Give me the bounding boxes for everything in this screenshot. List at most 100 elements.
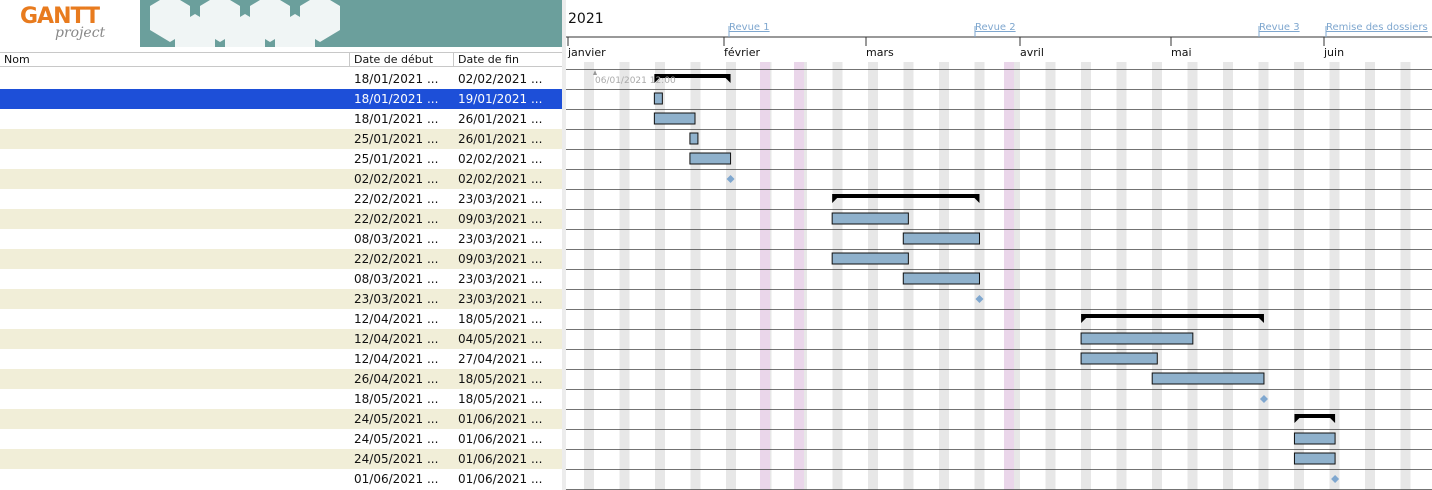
milestone-label[interactable]: Remise des dossiers [1326,22,1428,33]
summary-bar[interactable] [1294,414,1336,418]
task-start-date[interactable]: 26/04/2021 ... [354,369,454,389]
task-end-date[interactable]: 09/03/2021 ... [458,209,562,229]
task-row[interactable]: Déploiement des ouvrants26/04/2021 ...18… [0,369,562,389]
milestone-label[interactable]: Revue 1 [729,22,770,33]
task-row[interactable]: Configuration des postes de travail25/01… [0,129,562,149]
task-row[interactable]: Développement des interfaces temps réel2… [0,249,562,269]
weekend-stripe [1187,62,1198,490]
task-start-date[interactable]: 22/02/2021 ... [354,189,454,209]
task-row[interactable]: Recensement du matériel / logiciel néces… [0,109,562,129]
task-start-date[interactable]: 01/06/2021 ... [354,469,454,489]
task-list: ∨Démarrage du projet18/01/2021 ...02/02/… [0,69,562,489]
task-start-date[interactable]: 18/05/2021 ... [354,389,454,409]
task-start-date[interactable]: 12/04/2021 ... [354,329,454,349]
task-end-date[interactable]: 26/01/2021 ... [458,129,562,149]
task-start-date[interactable]: 25/01/2021 ... [354,149,454,169]
task-start-date[interactable]: 25/01/2021 ... [354,129,454,149]
task-row[interactable]: Configuration des équipements25/01/2021 … [0,149,562,169]
task-end-date[interactable]: 04/05/2021 ... [458,329,562,349]
task-row[interactable]: Fusion du site web12/04/2021 ...04/05/20… [0,329,562,349]
task-bar[interactable] [689,132,699,145]
task-tree-pane: GANTT project Nom Date de début Date de … [0,0,562,490]
task-row[interactable]: ∨Conception et réalisation22/02/2021 ...… [0,189,562,209]
task-start-date[interactable]: 12/04/2021 ... [354,309,454,329]
task-bar[interactable] [902,232,980,245]
task-end-date[interactable]: 23/03/2021 ... [458,229,562,249]
task-end-date[interactable]: 23/03/2021 ... [458,189,562,209]
task-end-date[interactable]: 02/02/2021 ... [458,149,562,169]
task-start-date[interactable]: 18/01/2021 ... [354,69,454,89]
month-label: avril [1020,46,1044,59]
gantt-chart [566,26,1432,490]
task-end-date[interactable]: 18/05/2021 ... [458,369,562,389]
task-bar[interactable] [653,92,663,105]
weekend-stripe [1365,62,1375,490]
month-label: juin [1324,46,1345,59]
task-row[interactable]: Remise des dossiers01/06/2021 ...01/06/2… [0,469,562,489]
task-start-date[interactable]: 24/05/2021 ... [354,449,454,469]
task-end-date[interactable]: 01/06/2021 ... [458,409,562,429]
task-row[interactable]: Revue 318/05/2021 ...18/05/2021 ... [0,389,562,409]
task-bar[interactable] [1293,452,1336,465]
task-bar[interactable] [831,252,909,265]
task-start-date[interactable]: 22/02/2021 ... [354,249,454,269]
task-end-date[interactable]: 02/02/2021 ... [458,169,562,189]
task-start-date[interactable]: 08/03/2021 ... [354,269,454,289]
task-bar[interactable] [689,152,732,165]
task-end-date[interactable]: 01/06/2021 ... [458,429,562,449]
weekend-stripe [1045,62,1056,490]
task-start-date[interactable]: 12/04/2021 ... [354,349,454,369]
task-bar[interactable] [653,112,696,125]
milestone-label[interactable]: Revue 2 [975,22,1016,33]
task-end-date[interactable]: 19/01/2021 ... [458,89,562,109]
task-row[interactable]: Revue 102/02/2021 ...02/02/2021 ... [0,169,562,189]
task-row[interactable]: Revue 223/03/2021 ...23/03/2021 ... [0,289,562,309]
task-row[interactable]: ∨Intégration12/04/2021 ...18/05/2021 ... [0,309,562,329]
task-row[interactable]: Assemblage de la documentation24/05/2021… [0,429,562,449]
task-bar[interactable] [1080,352,1158,365]
milestone-label[interactable]: Revue 3 [1259,22,1300,33]
task-bar[interactable] [831,212,909,225]
task-row[interactable]: Développement des interfaces pour histor… [0,269,562,289]
task-end-date[interactable]: 27/04/2021 ... [458,349,562,369]
task-bar[interactable] [1080,332,1194,345]
task-row[interactable]: Déploiement des applicatifs12/04/2021 ..… [0,349,562,369]
weekend-stripe [584,62,594,490]
month-label: janvier [568,46,606,59]
task-end-date[interactable]: 23/03/2021 ... [458,269,562,289]
task-row[interactable]: ∨Finalisation24/05/2021 ...01/06/2021 ..… [0,409,562,429]
task-end-date[interactable]: 09/03/2021 ... [458,249,562,269]
task-end-date[interactable]: 26/01/2021 ... [458,109,562,129]
task-start-date[interactable]: 08/03/2021 ... [354,229,454,249]
task-bar[interactable] [1293,432,1336,445]
task-end-date[interactable]: 01/06/2021 ... [458,469,562,489]
weekend-stripe [1152,62,1162,490]
task-start-date[interactable]: 18/01/2021 ... [354,89,454,109]
task-row[interactable]: ∨Démarrage du projet18/01/2021 ...02/02/… [0,69,562,89]
column-header-name[interactable]: Nom [0,53,350,67]
task-start-date[interactable]: 22/02/2021 ... [354,209,454,229]
task-end-date[interactable]: 01/06/2021 ... [458,449,562,469]
task-end-date[interactable]: 18/05/2021 ... [458,389,562,409]
task-end-date[interactable]: 02/02/2021 ... [458,69,562,89]
task-row[interactable]: Lecture et complément du cahier des char… [0,89,562,109]
task-row[interactable]: Tests de validation24/05/2021 ...01/06/2… [0,449,562,469]
task-row[interactable]: Développement du Front-end08/03/2021 ...… [0,229,562,249]
task-start-date[interactable]: 24/05/2021 ... [354,409,454,429]
task-bar[interactable] [1151,372,1265,385]
task-end-date[interactable]: 18/05/2021 ... [458,309,562,329]
task-start-date[interactable]: 23/03/2021 ... [354,289,454,309]
column-header-end[interactable]: Date de fin [454,53,562,67]
task-start-date[interactable]: 02/02/2021 ... [354,169,454,189]
task-row[interactable]: Développement du back-end22/02/2021 ...0… [0,209,562,229]
summary-bar[interactable] [1081,314,1264,318]
column-header-start[interactable]: Date de début [350,53,454,67]
task-end-date[interactable]: 23/03/2021 ... [458,289,562,309]
weekend-stripe [726,62,736,490]
task-start-date[interactable]: 24/05/2021 ... [354,429,454,449]
task-start-date[interactable]: 18/01/2021 ... [354,109,454,129]
weekend-stripe [1223,62,1233,490]
task-bar[interactable] [902,272,980,285]
gantt-chart-pane: 2021 janvier février mars avril mai juin Revu… [566,0,1432,490]
summary-bar[interactable] [832,194,980,198]
